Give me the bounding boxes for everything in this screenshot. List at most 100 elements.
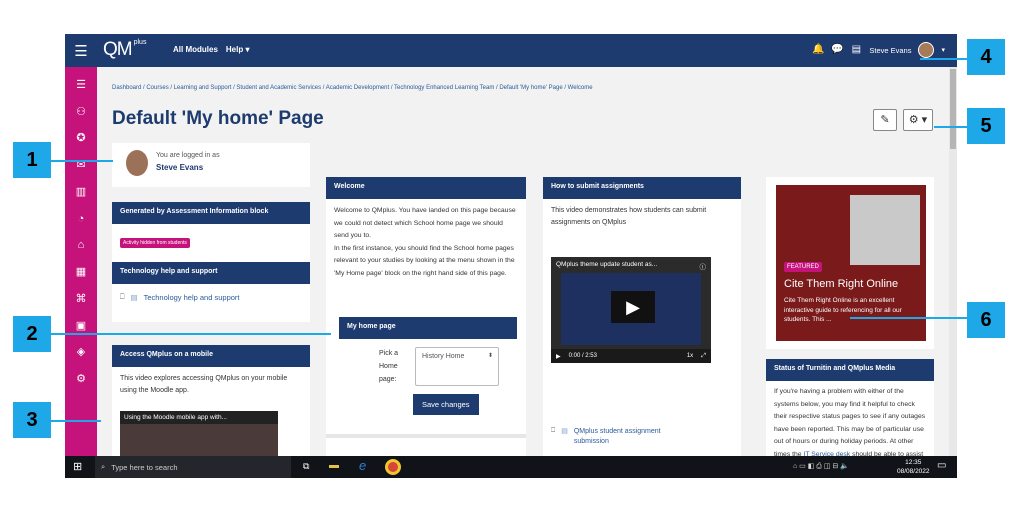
document-icon[interactable]: ▤ [850,44,862,56]
book-icon[interactable]: ▥ [73,184,89,200]
callout-line-3 [51,420,101,422]
login-info-block: You are logged in as Steve Evans [112,143,310,187]
all-modules-link[interactable]: All Modules [173,45,218,54]
callout-5: 5 [967,108,1005,144]
home-icon[interactable]: ⌂ [73,237,89,253]
search-placeholder: Type here to search [111,462,178,472]
tech-help-block: Technology help and support ⎕ ▤ Technolo… [112,262,310,322]
pick-home-label: Pick a Home page: [379,350,399,383]
scrollbar-thumb[interactable] [950,69,956,149]
tech-help-link[interactable]: Technology help and support [144,293,240,302]
speed-button[interactable]: 1x [687,353,693,359]
home-page-select[interactable]: History Home ⬍ [415,347,499,386]
callout-line-1 [51,160,113,162]
my-home-page-block: My home page Pick a Home page: History H… [339,317,517,415]
play-icon[interactable]: ▶ [611,291,655,323]
page-icon: ▤ [130,292,138,302]
notification-icon[interactable]: ▭ [937,460,946,471]
mobile-video-title: Using the Moodle mobile app with... [120,411,278,424]
callout-line-4 [920,58,968,60]
welcome-block: Welcome Welcome to QMplus. You have land… [326,177,526,456]
award-icon[interactable]: ✪ [73,130,89,146]
bookmark-icon[interactable]: ⎕ [551,427,555,435]
logged-in-user[interactable]: Steve Evans [156,163,203,172]
fullscreen-icon[interactable]: ⤢ [701,353,706,360]
save-changes-button[interactable]: Save changes [413,394,479,415]
my-home-page-title: My home page [339,317,517,339]
help-menu[interactable]: Help ▾ [226,45,250,54]
qmplus-logo[interactable]: QM plus [103,39,148,61]
bookmark-icon[interactable]: ⎕ [120,292,125,302]
page-icon: ▤ [561,428,568,435]
callout-4: 4 [967,39,1005,75]
file-explorer-icon[interactable]: ▬ [329,460,339,471]
chrome-icon[interactable] [385,459,401,475]
avatar[interactable] [918,42,935,58]
callout-line-6 [850,317,968,319]
screen: ☰ QM plus All Modules Help ▾ 🔔 💬 ▤ Steve … [65,34,957,478]
hamburger-icon[interactable]: ☰ [65,34,97,67]
video-time: 0:00 / 2:53 [568,353,597,359]
logged-in-label: You are logged in as [156,152,220,159]
chevron-down-icon[interactable]: ▾ [941,46,945,54]
settings-button[interactable]: ⚙ ▾ [903,109,933,131]
callout-2: 2 [13,316,51,352]
task-view-icon[interactable]: ⧉ [303,461,309,472]
taskbar-search[interactable]: ⌕ Type here to search [95,456,291,478]
top-navbar: ☰ QM plus All Modules Help ▾ 🔔 💬 ▤ Steve … [65,34,957,67]
main-content: Dashboard / Courses / Learning and Suppo… [97,67,957,458]
assessment-block: Generated by Assessment Information bloc… [112,202,310,262]
assessment-block-title: Generated by Assessment Information bloc… [112,202,310,224]
assignment-submission-link[interactable]: QMplus student assignment submission [574,427,684,447]
assignment-link-row: ⎕ ▤ QMplus student assignment submission [551,427,684,447]
windows-icon[interactable]: ⊞ [73,460,82,473]
callout-3: 3 [13,402,51,438]
status-text: If you're having a problem with either o… [774,388,926,458]
assignment-video[interactable]: QMplus theme update student as... ⓘ ▶ ▶ … [551,257,711,363]
featured-block: FEATURED Cite Them Right Online Cite The… [766,177,934,349]
breadcrumb[interactable]: Dashboard / Courses / Learning and Suppo… [112,85,593,91]
info-icon[interactable]: ⓘ [700,261,707,271]
assignments-text: This video demonstrates how students can… [551,207,707,226]
mobile-block-title: Access QMplus on a mobile [112,345,310,367]
callout-line-5 [934,126,968,128]
user-name[interactable]: Steve Evans [869,46,911,55]
status-title: Status of Turnitin and QMplus Media [766,359,934,381]
list-icon[interactable]: ☰ [73,77,89,93]
welcome-text: Welcome to QMplus. You have landed on th… [334,207,516,277]
avatar [126,150,148,176]
page-title: Default 'My home' Page [112,108,324,129]
sidebar: ☰ ⚇ ✪ ✉ ▥ ◔ ⌂ ▦ ⌘ ▣ ◈ ⚙ [65,67,97,456]
callout-line-2 [51,333,331,335]
graduation-icon[interactable]: ⌘ [73,291,89,307]
status-block: Status of Turnitin and QMplus Media If y… [766,359,934,458]
callout-1: 1 [13,142,51,178]
play-small-icon[interactable]: ▶ [556,353,561,360]
system-tray-icons[interactable]: ⌂ ▭ ◧ ⎙ ◫ ⊟ 🔈 [793,462,849,471]
edge-icon[interactable]: e [359,458,366,473]
featured-title: Cite Them Right Online [784,278,899,290]
featured-text: Cite Them Right Online is an excellent i… [784,297,902,323]
callout-6: 6 [967,302,1005,338]
clock-time: 12:35 [905,459,922,466]
bell-icon[interactable]: 🔔 [812,44,824,56]
group-icon[interactable]: ⚇ [73,104,89,120]
calendar-icon[interactable]: ▦ [73,264,89,280]
divider [326,434,526,438]
books-image [850,195,920,265]
mobile-video[interactable]: Using the Moodle mobile app with... [120,411,278,456]
assignments-title: How to submit assignments [543,177,741,199]
mobile-block: Access QMplus on a mobile This video exp… [112,345,310,456]
mobile-text: This video explores accessing QMplus on … [120,375,288,394]
gear-icon[interactable]: ⚙ [73,371,89,387]
welcome-title: Welcome [326,177,526,199]
cube-icon[interactable]: ◈ [73,344,89,360]
folder-icon[interactable]: ▣ [73,318,89,334]
chat-icon[interactable]: 💬 [831,44,843,56]
status-badge: Activity hidden from students [120,238,190,248]
tech-help-title: Technology help and support [112,262,310,284]
edit-button[interactable]: ✎ [873,109,897,131]
video-title: QMplus theme update student as... [556,261,658,268]
search-icon: ⌕ [101,462,106,471]
speed-icon[interactable]: ◔ [73,211,89,227]
